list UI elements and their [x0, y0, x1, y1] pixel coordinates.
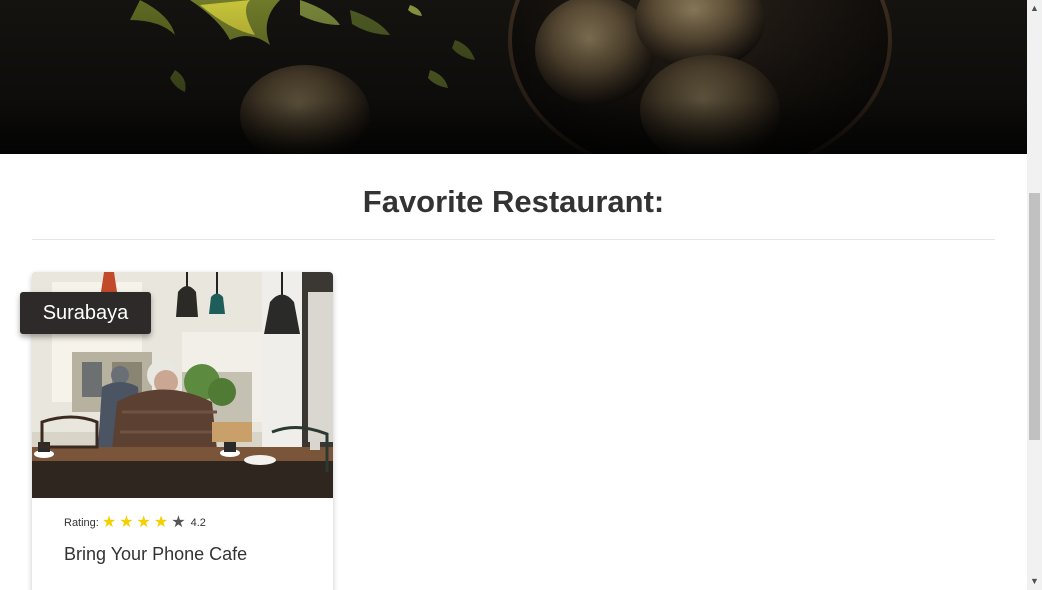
section-divider [32, 239, 995, 240]
star-full-icon: ★ [153, 514, 169, 531]
star-full-icon: ★ [119, 514, 134, 531]
food-hero-image [0, 0, 1027, 154]
scroll-down-arrow-icon[interactable]: ▼ [1027, 574, 1042, 589]
rating-label: Rating: [64, 517, 99, 529]
star-full-icon: ★ [101, 514, 117, 531]
scroll-up-arrow-icon[interactable]: ▲ [1027, 1, 1042, 16]
restaurant-name[interactable]: Bring Your Phone Cafe [64, 544, 247, 565]
city-badge: Surabaya [20, 292, 151, 334]
hero-banner [0, 0, 1027, 154]
vertical-scrollbar[interactable]: ▲ ▼ [1027, 0, 1042, 590]
rating-row: Rating: ★ ★ ★ ★ ★ 4.2 [64, 514, 206, 531]
star-empty-icon: ★ [171, 514, 186, 531]
page: Favorite Restaurant: Rating: ★ ★ ★ ★ ★ 4… [0, 0, 1027, 590]
star-full-icon: ★ [136, 514, 151, 531]
scrollbar-thumb[interactable] [1029, 193, 1040, 440]
rating-value: 4.2 [190, 517, 206, 529]
section-title: Favorite Restaurant: [362, 184, 665, 219]
